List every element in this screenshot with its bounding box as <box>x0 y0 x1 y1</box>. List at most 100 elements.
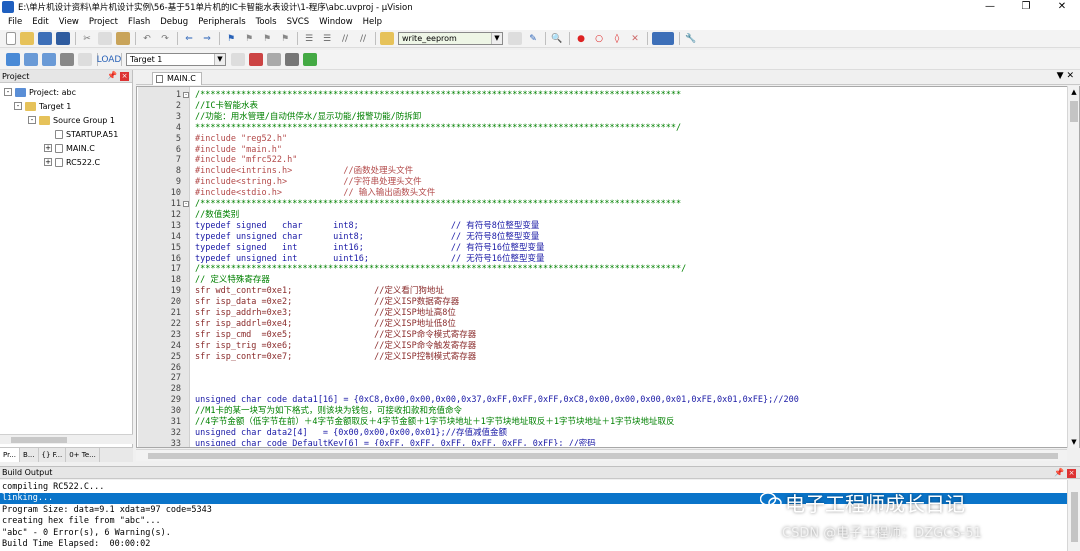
expand-icon[interactable]: + <box>44 158 52 166</box>
tree-item[interactable]: - Project: abc <box>4 86 76 98</box>
menu-tools[interactable]: Tools <box>251 14 282 30</box>
code-line[interactable]: 21 sfr isp_addrh=0xe3; //定义ISP地址高8位 <box>137 308 1067 319</box>
code-area[interactable]: 1-/*************************************… <box>137 90 1067 446</box>
pack-installer-icon[interactable] <box>303 53 317 66</box>
code-line[interactable]: 11-/************************************… <box>137 199 1067 210</box>
open-folder-icon[interactable] <box>20 32 34 45</box>
search-icon[interactable]: 🔍 <box>550 32 564 45</box>
code-line[interactable]: 7 #include "mfrc522.h" <box>137 155 1067 166</box>
configure-icon[interactable]: 🔧 <box>684 32 698 45</box>
tree-item[interactable]: STARTUP.A51 <box>44 128 118 140</box>
nav-back-icon[interactable]: ⇐ <box>182 32 196 45</box>
cut-icon[interactable]: ✂ <box>80 32 94 45</box>
code-line[interactable]: 20 sfr isp_data =0xe2; //定义ISP数据寄存器 <box>137 297 1067 308</box>
file-extensions-icon[interactable] <box>249 53 263 66</box>
redo-icon[interactable]: ↷ <box>158 32 172 45</box>
collapse-icon[interactable]: - <box>4 88 12 96</box>
tab-functions[interactable]: {} F... <box>39 448 67 462</box>
target-combo[interactable]: Target 1 ▼ <box>126 53 226 66</box>
paste-icon[interactable] <box>116 32 130 45</box>
tab-main-c[interactable]: MAIN.C <box>152 72 202 85</box>
scrollbar-thumb[interactable] <box>148 453 1058 459</box>
fold-toggle-icon[interactable]: - <box>183 201 189 207</box>
code-line[interactable]: 9 #include<string.h> //字符串处理头文件 <box>137 177 1067 188</box>
code-line[interactable]: 15 typedef signed int int16; // 有符号16位整型变… <box>137 243 1067 254</box>
incremental-find-icon[interactable] <box>508 32 522 45</box>
save-all-icon[interactable] <box>56 32 70 45</box>
tab-books[interactable]: B... <box>20 448 39 462</box>
nav-forward-icon[interactable]: ⇒ <box>200 32 214 45</box>
close-window-button[interactable]: ✕ <box>1044 0 1080 14</box>
code-line[interactable]: 32 unsigned char data2[4] = {0x00,0x00,0x… <box>137 428 1067 439</box>
code-line[interactable]: 4 ***************************************… <box>137 123 1067 134</box>
menu-file[interactable]: File <box>3 14 27 30</box>
kill-breakpoints-icon[interactable]: ◊ <box>610 32 624 45</box>
tree-item[interactable]: - Target 1 <box>14 100 71 112</box>
manage-components-icon[interactable] <box>267 53 281 66</box>
code-line[interactable]: 10 #include<stdio.h> // 输入输出函数头文件 <box>137 188 1067 199</box>
editor-vertical-scrollbar[interactable]: ▲ ▼ <box>1067 86 1079 448</box>
build-output-scrollbar[interactable] <box>1067 480 1080 551</box>
code-line[interactable]: 25 sfr isp_contr=0xe7; //定义ISP控制模式寄存器 <box>137 352 1067 363</box>
indent-icon[interactable]: ☰ <box>302 32 316 45</box>
editor-horizontal-scrollbar[interactable] <box>136 449 1067 461</box>
find-combo[interactable]: write_eeprom ▼ <box>398 32 503 45</box>
menu-svcs[interactable]: SVCS <box>282 14 315 30</box>
code-line[interactable]: 14 typedef unsigned char uint8; // 无符号8位整… <box>137 232 1067 243</box>
code-line[interactable]: 27 <box>137 373 1067 384</box>
collapse-icon[interactable]: - <box>14 102 22 110</box>
code-line[interactable]: 13 typedef signed char int8; // 有符号8位整型变量 <box>137 221 1067 232</box>
code-line[interactable]: 28 <box>137 384 1067 395</box>
pin-icon[interactable]: 📌 <box>1054 467 1064 479</box>
code-line[interactable]: 12 //数值类别 <box>137 210 1067 221</box>
find-icon[interactable]: ✎ <box>526 32 540 45</box>
menu-edit[interactable]: Edit <box>27 14 53 30</box>
close-icon[interactable]: × <box>1067 469 1076 478</box>
code-editor[interactable]: 1-/*************************************… <box>136 86 1080 448</box>
expand-icon[interactable]: + <box>44 144 52 152</box>
code-line[interactable]: 24 sfr isp_trig =0xe6; //定义ISP命令触发寄存器 <box>137 341 1067 352</box>
scrollbar-thumb[interactable] <box>11 437 67 443</box>
scroll-down-icon[interactable]: ▼ <box>1068 438 1080 446</box>
chevron-down-icon[interactable]: ▼ <box>491 33 502 44</box>
code-line[interactable]: 26 <box>137 363 1067 374</box>
code-line[interactable]: 3 //功能：用水管理/自动供停水/显示功能/报警功能/防拆卸 <box>137 112 1067 123</box>
close-icon[interactable]: × <box>120 72 129 81</box>
unindent-icon[interactable]: ☰ <box>320 32 334 45</box>
menu-window[interactable]: Window <box>314 14 358 30</box>
code-line[interactable]: 17 /*************************************… <box>137 264 1067 275</box>
stop-build-icon[interactable] <box>78 53 92 66</box>
batch-build-icon[interactable] <box>60 53 74 66</box>
maximize-button[interactable]: ❐ <box>1008 0 1044 14</box>
code-line[interactable]: 30 //M1卡的某一块写为如下格式，则该块为钱包，可接收扣款和充值命令 <box>137 406 1067 417</box>
code-line[interactable]: 19 sfr wdt_contr=0xe1; //定义看门狗地址 <box>137 286 1067 297</box>
scroll-up-icon[interactable]: ▲ <box>1068 88 1080 96</box>
code-line[interactable]: 5 #include "reg52.h" <box>137 134 1067 145</box>
code-line[interactable]: 23 sfr isp_cmd =0xe5; //定义ISP命令模式寄存器 <box>137 330 1067 341</box>
save-icon[interactable] <box>38 32 52 45</box>
breakpoint-icon[interactable]: ○ <box>592 32 606 45</box>
minimize-button[interactable]: — <box>972 0 1008 14</box>
copy-icon[interactable] <box>98 32 112 45</box>
prev-bookmark-icon[interactable]: ⚑ <box>242 32 256 45</box>
window-layout-icon[interactable] <box>652 32 674 45</box>
clear-bookmarks-icon[interactable]: ⚑ <box>278 32 292 45</box>
menu-debug[interactable]: Debug <box>155 14 193 30</box>
undo-icon[interactable]: ↶ <box>140 32 154 45</box>
menu-view[interactable]: View <box>54 14 84 30</box>
bookmark-icon[interactable]: ⚑ <box>224 32 238 45</box>
new-file-icon[interactable] <box>6 32 16 45</box>
build-icon[interactable] <box>24 53 38 66</box>
pin-icon[interactable]: 📌 <box>107 71 117 80</box>
code-line[interactable]: 33 unsigned char code DefaultKey[6] = {0x… <box>137 439 1067 446</box>
download-icon[interactable]: LOAD <box>97 53 122 66</box>
code-line[interactable]: 29 unsigned char code data1[16] = {0xC8,0… <box>137 395 1067 406</box>
fold-toggle-icon[interactable]: - <box>183 92 189 98</box>
tab-templates[interactable]: 0+ Te... <box>66 448 100 462</box>
scrollbar-thumb[interactable] <box>1071 492 1078 542</box>
tree-item[interactable]: - Source Group 1 <box>28 114 115 126</box>
menu-peripherals[interactable]: Peripherals <box>193 14 250 30</box>
code-line[interactable]: 31 //4字节金额（低字节在前）＋4字节金额取反＋4字节金额＋1字节块地址＋1字… <box>137 417 1067 428</box>
comment-icon[interactable]: // <box>338 32 352 45</box>
code-line[interactable]: 18 // 定义特殊寄存器 <box>137 275 1067 286</box>
